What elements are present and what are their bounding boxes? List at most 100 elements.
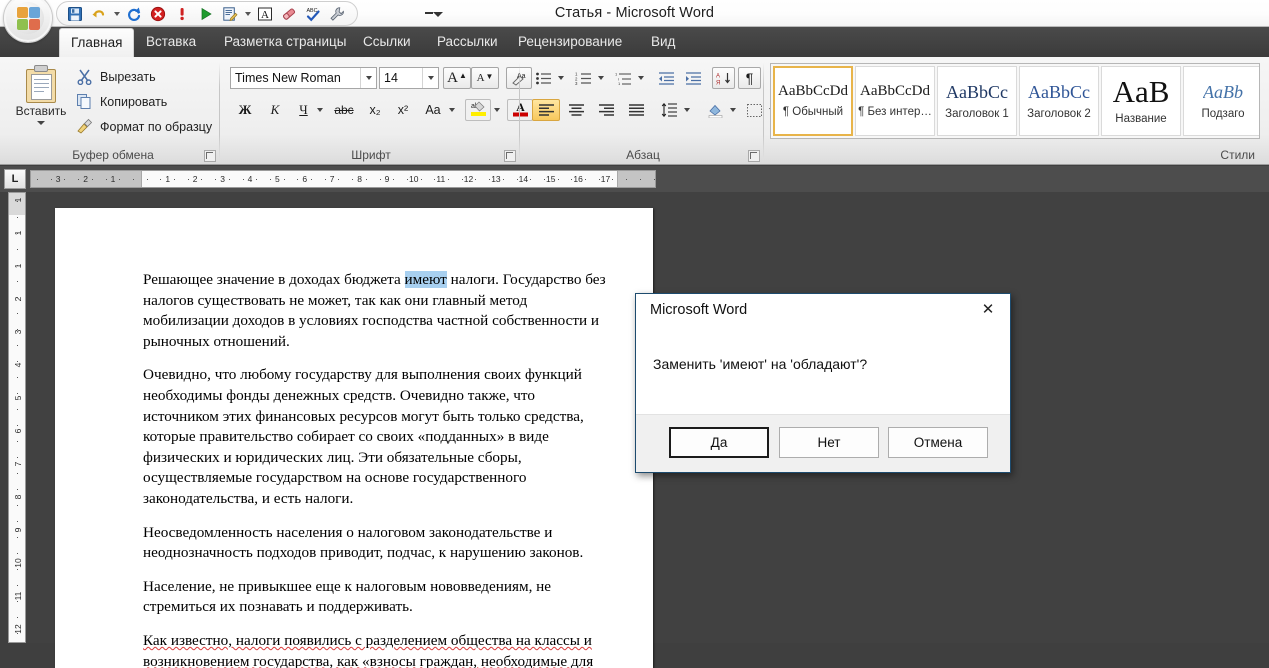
clipboard-dialog-launcher[interactable] [204,150,216,162]
vertical-ruler[interactable]: 1112345678910111213 [8,192,26,643]
underline-button[interactable]: Ч [292,99,315,121]
tab-review[interactable]: Рецензирование [507,27,633,57]
vruler-dot [17,265,18,266]
ruler-mark: 15 [546,174,556,184]
paragraph-3[interactable]: Неосведомленность населения о налоговом … [143,523,613,564]
warning-exclamation-icon[interactable] [170,3,194,24]
align-center-button[interactable] [562,99,590,121]
spellcheck-abc-icon[interactable]: ABC [301,3,325,24]
ruler-dot [324,179,326,180]
shrink-font-button[interactable]: A ▼ [471,67,499,89]
stop-error-icon[interactable] [146,3,170,24]
undo-icon[interactable] [87,3,111,24]
format-painter-button[interactable]: Формат по образцу [72,115,216,139]
increase-indent-button[interactable] [682,67,705,89]
font-size-input[interactable]: 14 [379,67,439,89]
vruler-mark: 1 [13,230,23,236]
numbering-button[interactable]: 123 [572,67,595,89]
superscript-button[interactable]: x² [390,99,416,121]
strikethrough-button[interactable]: abc [330,99,358,121]
document-text[interactable]: Решающее значение в доходах бюджета имею… [143,270,613,668]
edit-document-dropdown-arrow[interactable] [242,3,253,24]
align-right-button[interactable] [592,99,620,121]
bold-label: Ж [238,102,252,117]
paragraph-5[interactable]: Как известно, налоги появились с разделе… [143,631,613,668]
font-name-dropdown-arrow[interactable] [360,68,376,88]
bullets-button[interactable] [532,67,555,89]
paste-dropdown-arrow[interactable] [37,121,45,125]
align-justify-button[interactable] [622,99,650,121]
cut-button[interactable]: Вырезать [72,65,160,89]
styles-gallery[interactable]: AaBbCcDd ¶ Обычный AaBbCcDd ¶ Без интер…… [770,63,1260,139]
line-spacing-button[interactable] [658,99,681,121]
tab-view[interactable]: Вид [640,27,686,57]
italic-button[interactable]: К [262,99,288,121]
no-button[interactable]: Нет [779,427,879,458]
paste-button[interactable]: Вставить [12,63,70,141]
tab-mailings[interactable]: Рассылки [426,27,509,57]
undo-dropdown-arrow[interactable] [111,3,122,24]
tab-home[interactable]: Главная [59,28,135,57]
redo-icon[interactable] [122,3,146,24]
font-size-dropdown-arrow[interactable] [422,68,438,88]
style-preview: AaBbCc [946,82,1008,101]
multilevel-list-dropdown-arrow[interactable] [635,67,647,89]
paragraph-dialog-launcher[interactable] [748,150,760,162]
vruler-mark: 4 [13,362,23,368]
style-no-spacing[interactable]: AaBbCcDd ¶ Без интер… [855,66,935,136]
font-name-input[interactable]: Times New Roman [230,67,377,89]
show-marks-button[interactable]: ¶ [738,67,761,89]
shading-dropdown-arrow[interactable] [727,99,739,121]
paragraph-1[interactable]: Решающее значение в доходах бюджета имею… [143,270,613,352]
sort-button[interactable]: AЯ [712,67,735,89]
text-highlight-dropdown-arrow[interactable] [491,99,503,121]
ruler-dot [530,179,532,180]
style-name: ¶ Обычный [782,106,844,118]
shading-button[interactable] [704,99,727,121]
ribbon-group-font: Times New Roman 14 A ▲ A ▼ Aa Ж К Ч abc … [222,57,533,165]
message-dialog[interactable]: Microsoft Word ✕ Заменить 'имеют' на 'об… [635,293,1011,473]
paragraph-2[interactable]: Очевидно, что любому государству для вып… [143,365,613,509]
style-heading-2[interactable]: AaBbCc Заголовок 2 [1019,66,1099,136]
tools-wrench-icon[interactable] [325,3,349,24]
close-icon[interactable]: ✕ [966,294,1010,324]
numbering-dropdown-arrow[interactable] [595,67,607,89]
style-normal[interactable]: AaBbCcDd ¶ Обычный [773,66,853,136]
paragraph-4[interactable]: Население, не привыкшее еще к налоговым … [143,577,613,618]
text-box-icon[interactable]: A [253,3,277,24]
eraser-icon[interactable] [277,3,301,24]
line-spacing-dropdown-arrow[interactable] [681,99,693,121]
style-heading-1[interactable]: AaBbCc Заголовок 1 [937,66,1017,136]
tab-stop-selector[interactable]: L [4,169,26,189]
style-title[interactable]: AaB Название [1101,66,1181,136]
play-run-icon[interactable] [194,3,218,24]
quick-access-toolbar[interactable]: A ABC [56,1,358,26]
style-subtitle[interactable]: AaBb Подзаго [1183,66,1259,136]
align-left-button[interactable] [532,99,560,121]
multilevel-list-button[interactable]: 1i1 [612,67,635,89]
document-page[interactable]: Решающее значение в доходах бюджета имею… [55,208,653,668]
horizontal-ruler[interactable]: 3 2 1 1 2 3 4 5 6 7 8 9 10 11 12 13 14 15 16 17 [30,170,656,188]
edit-document-icon[interactable] [218,3,242,24]
grow-font-button[interactable]: A ▲ [443,67,471,89]
change-case-dropdown-arrow[interactable] [446,99,458,121]
customize-quick-access-toolbar-button[interactable] [425,3,443,23]
bold-button[interactable]: Ж [232,99,258,121]
decrease-indent-button[interactable] [655,67,678,89]
selected-word[interactable]: имеют [404,271,447,288]
ruler-mark: 1 [110,174,116,184]
bullets-dropdown-arrow[interactable] [555,67,567,89]
office-logo-icon [12,2,44,34]
yes-button[interactable]: Да [669,427,769,458]
tab-insert[interactable]: Вставка [135,27,207,57]
cancel-button[interactable]: Отмена [888,427,988,458]
subscript-button[interactable]: x₂ [362,99,388,121]
tab-page-layout[interactable]: Разметка страницы [213,27,357,57]
copy-button[interactable]: Копировать [72,90,171,114]
font-dialog-launcher[interactable] [504,150,516,162]
save-icon[interactable] [63,3,87,24]
change-case-button[interactable]: Aa [420,99,446,121]
text-highlight-color-button[interactable]: ab [465,99,491,121]
underline-dropdown-arrow[interactable] [314,99,326,121]
tab-references[interactable]: Ссылки [352,27,422,57]
